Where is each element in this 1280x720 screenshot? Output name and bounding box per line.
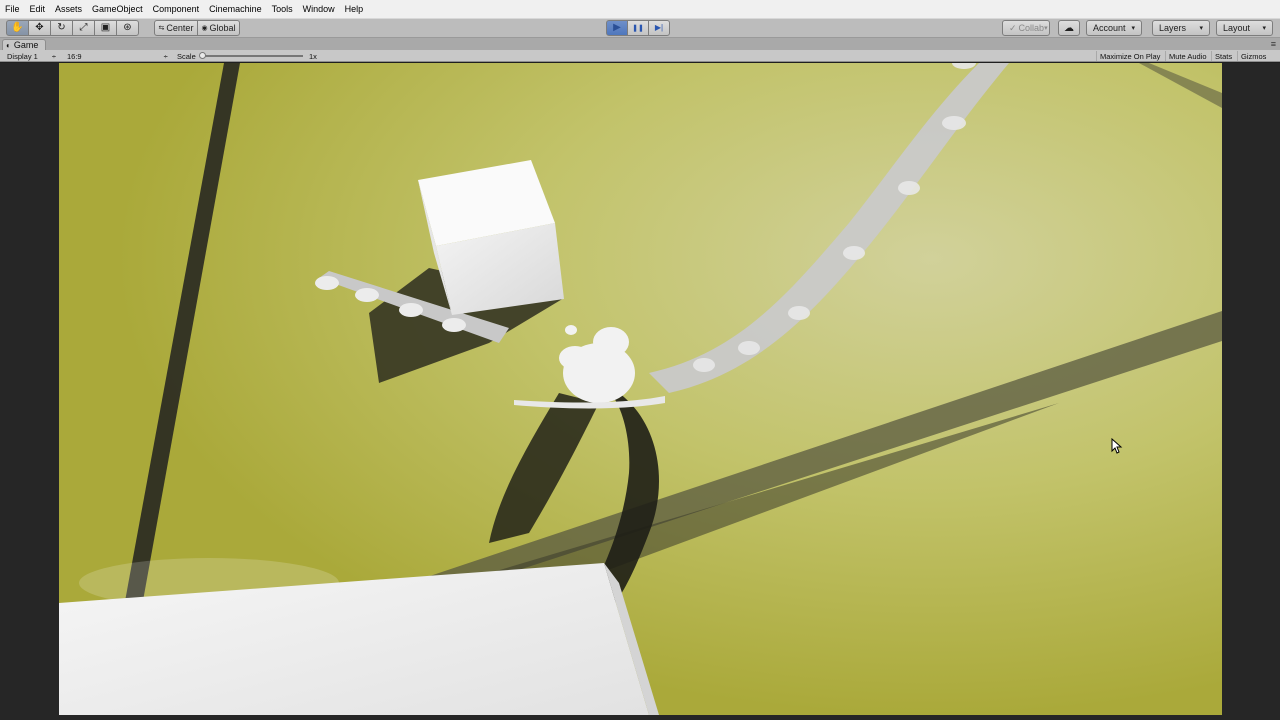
hand-tool-icon: ✋ bbox=[11, 22, 24, 33]
maximize-on-play-toggle[interactable]: Maximize On Play bbox=[1096, 51, 1163, 61]
stats-toggle[interactable]: Stats bbox=[1211, 51, 1235, 61]
menu-file[interactable]: File bbox=[0, 4, 25, 14]
tab-strip: ◐ Game ≡ bbox=[0, 38, 1280, 50]
menu-cinemachine[interactable]: Cinemachine bbox=[204, 4, 267, 14]
scale-value: 1x bbox=[309, 51, 317, 61]
display-label: Display 1 bbox=[7, 51, 38, 61]
cloud-button[interactable]: ☁ bbox=[1058, 20, 1080, 36]
pivot-space-button[interactable]: ◉ Global bbox=[197, 20, 240, 36]
pivot-space-label: Global bbox=[209, 23, 236, 33]
rect-tool-button[interactable]: ▣ bbox=[94, 20, 117, 36]
layout-label: Layout bbox=[1223, 23, 1251, 33]
collab-check-icon: ✓ bbox=[1009, 22, 1017, 33]
pivot-mode-button[interactable]: ⇆ Center bbox=[154, 20, 198, 36]
collab-label: Collab bbox=[1018, 23, 1045, 33]
step-icon: ▶| bbox=[654, 23, 664, 32]
dropdown-icon: ÷ bbox=[51, 51, 56, 61]
play-button[interactable]: ▶ bbox=[606, 20, 628, 36]
menu-bar: File Edit Assets GameObject Component Cinemac… bbox=[0, 0, 1280, 19]
main-toolbar: ✋ ✥ ↻ ⤢ ▣ ⊛ ⇆ Center ◉ Global ▶ ❚❚ ▶| ✓ Colla… bbox=[0, 19, 1280, 38]
layers-dropdown[interactable]: Layers ▾ bbox=[1152, 20, 1210, 36]
menu-tools[interactable]: Tools bbox=[267, 4, 298, 14]
game-icon: ◐ bbox=[6, 40, 11, 50]
transform-tool-button[interactable]: ⊛ bbox=[116, 20, 139, 36]
global-icon: ◉ bbox=[201, 24, 208, 32]
aspect-label: 16:9 bbox=[67, 51, 82, 61]
display-dropdown[interactable]: Display 1 ÷ bbox=[7, 51, 56, 61]
dropdown-icon: ÷ bbox=[163, 51, 168, 61]
rotate-tool-button[interactable]: ↻ bbox=[50, 20, 73, 36]
move-tool-icon: ✥ bbox=[35, 22, 44, 33]
menu-edit[interactable]: Edit bbox=[25, 4, 51, 14]
tab-game-label: Game bbox=[13, 40, 39, 50]
menu-component[interactable]: Component bbox=[148, 4, 205, 14]
menu-help[interactable]: Help bbox=[340, 4, 369, 14]
pause-icon: ❚❚ bbox=[632, 24, 644, 32]
scale-label: Scale bbox=[177, 51, 196, 61]
pivot-icon: ⇆ bbox=[158, 24, 165, 32]
transform-tools: ✋ ✥ ↻ ⤢ ▣ ⊛ bbox=[6, 20, 139, 36]
layout-dropdown[interactable]: Layout ▾ bbox=[1216, 20, 1273, 36]
pause-button[interactable]: ❚❚ bbox=[627, 20, 649, 36]
account-label: Account bbox=[1093, 23, 1126, 33]
scale-tool-button[interactable]: ⤢ bbox=[72, 20, 95, 36]
mouse-cursor-icon bbox=[1111, 438, 1123, 454]
panel-menu-icon[interactable]: ≡ bbox=[1271, 39, 1276, 49]
aspect-dropdown[interactable]: 16:9 ÷ bbox=[67, 51, 168, 61]
move-tool-button[interactable]: ✥ bbox=[28, 20, 51, 36]
menu-window[interactable]: Window bbox=[298, 4, 340, 14]
chevron-down-icon: ▾ bbox=[1131, 25, 1135, 32]
layers-label: Layers bbox=[1159, 23, 1187, 33]
game-view-toolbar: Display 1 ÷ 16:9 ÷ Scale 1x Maximize On … bbox=[0, 50, 1280, 62]
chevron-down-icon: ▾ bbox=[1262, 25, 1266, 32]
pivot-mode-label: Center bbox=[166, 23, 194, 33]
menu-assets[interactable]: Assets bbox=[50, 4, 87, 14]
scale-slider-handle[interactable] bbox=[199, 52, 206, 59]
play-controls: ▶ ❚❚ ▶| bbox=[606, 20, 670, 36]
transform-tool-icon: ⊛ bbox=[123, 22, 132, 33]
gizmos-dropdown[interactable]: Gizmos bbox=[1237, 51, 1269, 61]
play-icon: ▶ bbox=[613, 22, 621, 33]
account-dropdown[interactable]: Account ▾ bbox=[1086, 20, 1142, 36]
tab-game[interactable]: ◐ Game bbox=[2, 39, 46, 50]
game-scene bbox=[59, 63, 1222, 715]
step-button[interactable]: ▶| bbox=[648, 20, 670, 36]
rect-tool-icon: ▣ bbox=[100, 22, 111, 33]
menu-gameobject[interactable]: GameObject bbox=[87, 4, 148, 14]
scale-tool-icon: ⤢ bbox=[79, 22, 88, 33]
hand-tool-button[interactable]: ✋ bbox=[6, 20, 29, 36]
game-viewport[interactable] bbox=[59, 63, 1222, 715]
mute-audio-toggle[interactable]: Mute Audio bbox=[1165, 51, 1210, 61]
pivot-controls: ⇆ Center ◉ Global bbox=[154, 20, 240, 36]
rotate-tool-icon: ↻ bbox=[57, 22, 66, 33]
scale-slider-track[interactable] bbox=[203, 55, 303, 57]
cloud-icon: ☁ bbox=[1064, 22, 1074, 34]
chevron-down-icon: ▾ bbox=[1199, 25, 1203, 32]
chevron-down-icon: ▾ bbox=[1044, 25, 1048, 32]
collab-dropdown[interactable]: ✓ Collab ▾ bbox=[1002, 20, 1050, 36]
